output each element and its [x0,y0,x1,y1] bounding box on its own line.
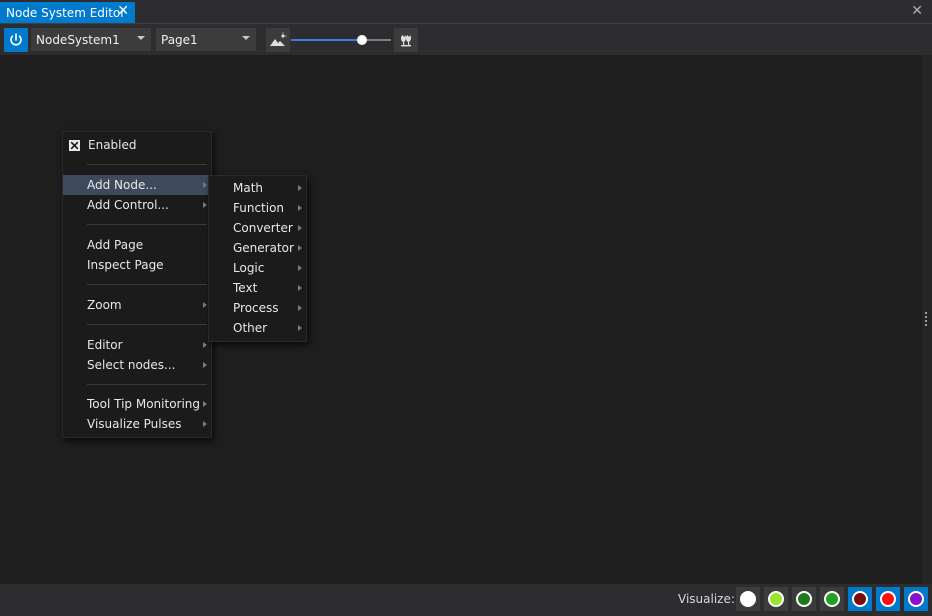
menu-item-add-page[interactable]: Add Page [63,235,211,255]
menu-separator [87,384,207,385]
chevron-right-icon [298,265,302,271]
splitter-grip-icon[interactable] [925,312,927,326]
color-dot-icon [796,591,812,607]
menu-item-add-control[interactable]: Add Control... [63,195,211,215]
slider-thumb[interactable] [357,35,367,45]
submenu-item-label: Function [233,201,285,215]
menu-item-zoom[interactable]: Zoom [63,295,211,315]
chevron-down-icon [137,36,145,40]
visualize-toggle-lime[interactable] [764,587,788,611]
chevron-right-icon [298,285,302,291]
node-system-select-value: NodeSystem1 [36,32,120,47]
context-menu: Enabled Add Node... Add Control... Add P… [62,131,212,438]
visualize-label: Visualize: [678,592,735,606]
menu-item-label: Editor [87,338,123,352]
right-panel-edge [922,55,932,584]
color-dot-icon [824,591,840,607]
tab-close-icon[interactable]: ✕ [117,3,129,19]
tab-node-system-editor[interactable]: Node System Editor ✕ [0,2,135,23]
color-dot-icon [908,591,924,607]
visualize-toggle-white[interactable] [736,587,760,611]
visualize-toggle-purple[interactable] [904,587,928,611]
menu-item-enabled[interactable]: Enabled [63,135,211,155]
chevron-right-icon [298,305,302,311]
submenu-item-label: Process [233,301,279,315]
menu-item-select-nodes[interactable]: Select nodes... [63,355,211,375]
checkbox-checked-icon[interactable] [69,140,80,151]
submenu-item-function[interactable]: Function [209,198,306,218]
submenu-item-logic[interactable]: Logic [209,258,306,278]
visualize-toggle-dark-green[interactable] [792,587,816,611]
menu-item-editor[interactable]: Editor [63,335,211,355]
chevron-right-icon [203,342,207,348]
menu-item-inspect-page[interactable]: Inspect Page [63,255,211,275]
color-dot-icon [768,591,784,607]
submenu-item-math[interactable]: Math [209,178,306,198]
submenu-item-label: Logic [233,261,265,275]
visualize-toggle-green[interactable] [820,587,844,611]
menu-item-label: Zoom [87,298,122,312]
chevron-right-icon [203,202,207,208]
visualize-toggle-dark-red[interactable] [848,587,872,611]
chevron-right-icon [203,182,207,188]
visualize-toggle-red[interactable] [876,587,900,611]
menu-item-label: Add Page [87,238,144,252]
chevron-right-icon [298,185,302,191]
window-close-icon[interactable]: ✕ [911,3,923,19]
menu-item-label: Select nodes... [87,358,176,372]
page-select[interactable]: Page1 [156,28,256,51]
submenu-item-other[interactable]: Other [209,318,306,338]
flowers-icon [401,35,411,47]
submenu-item-process[interactable]: Process [209,298,306,318]
color-dot-icon [852,591,868,607]
toolbar: NodeSystem1 Page1 [0,23,932,55]
node-system-select[interactable]: NodeSystem1 [31,28,151,51]
submenu-item-label: Converter [233,221,293,235]
tab-bar: Node System Editor ✕ ✕ [0,0,932,23]
chevron-right-icon [203,302,207,308]
menu-separator [87,224,207,225]
overlay-button[interactable] [394,28,418,52]
chevron-right-icon [298,225,302,231]
add-node-submenu: Math Function Converter Generator Logic … [208,175,307,342]
submenu-item-label: Other [233,321,268,335]
menu-item-visualize-pulses[interactable]: Visualize Pulses [63,414,211,434]
menu-item-tooltip-monitoring[interactable]: Tool Tip Monitoring [63,394,211,414]
chevron-right-icon [203,401,207,407]
menu-item-label: Add Node... [87,178,157,192]
slider-fill [291,39,362,41]
menu-item-label: Visualize Pulses [87,417,182,431]
color-dot-icon [880,591,896,607]
chevron-right-icon [298,205,302,211]
chevron-right-icon [203,421,207,427]
color-dot-icon [740,591,756,607]
submenu-item-label: Math [233,181,264,195]
submenu-item-converter[interactable]: Converter [209,218,306,238]
menu-item-label: Enabled [88,138,137,152]
chevron-right-icon [203,362,207,368]
menu-separator [87,164,207,165]
chevron-right-icon [298,245,302,251]
power-button[interactable] [4,28,28,52]
zoom-slider[interactable] [291,34,391,46]
background-brightness-button[interactable] [266,28,290,52]
chevron-right-icon [298,325,302,331]
menu-separator [87,284,207,285]
chevron-down-icon [242,36,250,40]
submenu-item-label: Text [233,281,258,295]
submenu-item-generator[interactable]: Generator [209,238,306,258]
power-icon [10,33,22,46]
status-bar: Visualize: [0,584,932,616]
menu-item-label: Tool Tip Monitoring [87,397,201,411]
submenu-item-label: Generator [233,241,294,255]
image-brightness-icon [270,32,287,46]
menu-item-label: Inspect Page [87,258,164,272]
menu-item-add-node[interactable]: Add Node... [63,175,211,195]
menu-separator [87,324,207,325]
submenu-item-text[interactable]: Text [209,278,306,298]
page-select-value: Page1 [161,32,198,47]
menu-item-label: Add Control... [87,198,169,212]
tab-title: Node System Editor [6,5,126,20]
